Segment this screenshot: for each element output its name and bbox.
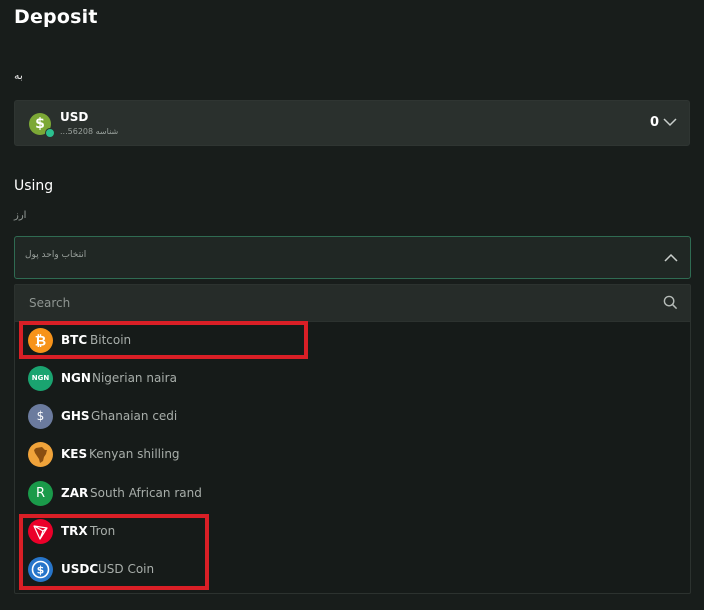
account-select[interactable]: $ USD شناسه 56208... 0 (14, 100, 690, 146)
search-box (15, 285, 690, 322)
account-balance: 0 (649, 115, 659, 130)
currency-code: BTC (61, 333, 88, 347)
currency-code: ZAR (61, 486, 89, 500)
currency-dropdown: ₿ BTC Bitcoin NGN NGN Nigerian naira $ G… (14, 284, 691, 594)
svg-text:₿: ₿ (35, 334, 46, 350)
currency-item-trx[interactable]: TRX Tron (15, 513, 690, 551)
account-status-badge (45, 128, 55, 138)
currency-item-ngn[interactable]: NGN NGN Nigerian naira (15, 360, 690, 398)
currency-name: USD Coin (98, 562, 155, 576)
currency-code: USDC (61, 562, 99, 576)
currency-select[interactable]: انتخاب واحد پول (14, 236, 691, 279)
currency-field-label: ارز (14, 210, 27, 221)
currency-select-placeholder: انتخاب واحد پول (25, 250, 87, 260)
account-id-text: شناسه 56208... (60, 127, 119, 136)
currency-code: TRX (61, 524, 88, 538)
to-account-label: به (14, 69, 23, 82)
bitcoin-icon: ₿ (28, 328, 53, 353)
account-currency-code: USD (60, 110, 89, 124)
currency-item-usdc[interactable]: $ USDC USD Coin (15, 551, 690, 589)
page-title: Deposit (14, 6, 98, 28)
currency-item-btc[interactable]: ₿ BTC Bitcoin (15, 322, 690, 360)
rand-icon: R (28, 481, 53, 506)
usdc-icon: $ (28, 557, 53, 582)
search-input[interactable] (21, 291, 657, 315)
cedi-icon: $ (28, 404, 53, 429)
chevron-down-icon[interactable] (663, 117, 677, 127)
currency-name: South African rand (90, 486, 202, 500)
currency-item-ghs[interactable]: $ GHS Ghanaian cedi (15, 398, 690, 436)
currency-name: Bitcoin (90, 333, 132, 347)
currency-name: Tron (90, 524, 116, 538)
tron-icon (28, 519, 53, 544)
currency-item-kes[interactable]: KES Kenyan shilling (15, 436, 690, 474)
using-section-title: Using (14, 178, 54, 194)
currency-code: GHS (61, 409, 90, 423)
svg-text:$: $ (37, 564, 45, 577)
currency-name: Ghanaian cedi (91, 409, 178, 423)
chevron-up-icon[interactable] (664, 253, 678, 263)
naira-icon: NGN (28, 366, 53, 391)
currency-name: Kenyan shilling (89, 447, 180, 461)
currency-code: KES (61, 447, 88, 461)
currency-code: NGN (61, 371, 91, 385)
currency-name: Nigerian naira (92, 371, 177, 385)
search-icon[interactable] (663, 295, 678, 310)
currency-item-zar[interactable]: R ZAR South African rand (15, 475, 690, 513)
africa-icon (28, 442, 53, 467)
